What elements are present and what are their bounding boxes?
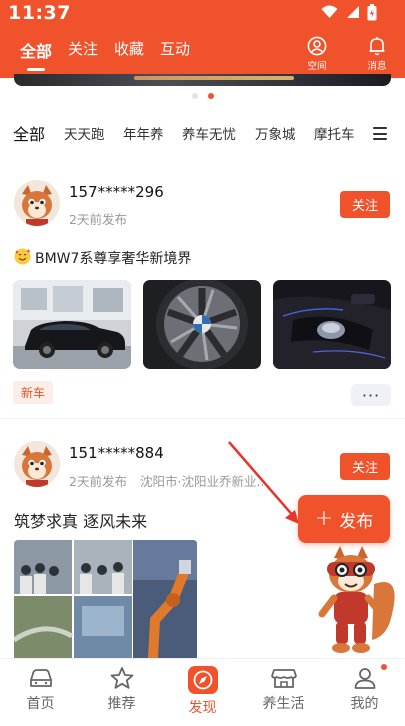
nav-recommend[interactable]: 推荐 [81,659,162,726]
person-circle-icon [307,36,327,56]
message-button[interactable]: 消息 [360,36,394,72]
post-title[interactable]: 筑梦求真 逐风未来 [14,508,147,532]
nav-home[interactable]: 首页 [0,659,81,726]
follow-button[interactable]: 关注 [340,191,390,218]
bottom-navigation: 首页 推荐 发现 养生活 我的 [0,658,405,726]
space-label: 空间 [307,61,327,72]
nav-discover-label: 发现 [188,700,217,716]
wifi-icon [321,5,338,18]
collage-grid-photo[interactable] [14,540,132,658]
person-icon [354,668,375,689]
nav-recommend-label: 推荐 [107,696,136,712]
post-title[interactable]: BMW7系尊享奢华新境界 [35,248,191,268]
nav-mine-label: 我的 [350,696,379,712]
post-time: 2天前发布 [69,474,127,489]
tab-following[interactable]: 关注 [68,38,98,62]
category-tabs: 全部 天天跑 年年养 养车无忧 万象城 摩托车 [0,119,405,147]
space-button[interactable]: 空间 [300,36,334,72]
nav-mine[interactable]: 我的 [324,659,405,726]
category-niannianyang[interactable]: 年年养 [123,123,164,143]
publish-button[interactable]: + 发布 [298,495,390,543]
category-tiantianpao[interactable]: 天天跑 [64,123,105,143]
store-icon [270,669,297,688]
category-wanxiangcheng[interactable]: 万象城 [255,123,296,143]
username[interactable]: 157*****296 [69,183,164,201]
car-wheel-photo[interactable] [143,280,261,369]
status-time: 11:37 [8,2,71,24]
squirrel-mascot-icon[interactable] [312,544,398,656]
battery-icon [367,3,377,20]
nav-home-label: 首页 [26,696,55,712]
publish-label: 发布 [339,511,374,532]
carousel-indicator [0,93,405,99]
plus-icon: + [314,506,334,531]
notification-dot [381,664,387,670]
nav-discover[interactable]: 发现 [162,659,243,726]
car-showroom-photo[interactable] [13,280,131,369]
carousel-dot-active [207,93,214,99]
signal-icon [347,6,359,18]
car-icon [29,669,52,687]
tab-interactions[interactable]: 互动 [160,38,190,62]
message-label: 消息 [367,61,387,72]
car-interior-console-photo[interactable] [273,280,391,369]
banner-carousel[interactable] [14,74,391,86]
avatar[interactable] [14,180,60,226]
more-options-button[interactable]: ··· [351,384,391,406]
tab-all[interactable]: 全部 [20,38,52,71]
category-yangche-wuyou[interactable]: 养车无忧 [182,123,236,143]
carousel-dot [191,93,198,99]
squirrel-avatar-icon [14,180,60,226]
category-motorcycle[interactable]: 摩托车 [314,123,355,143]
post-tag[interactable]: 新车 [13,381,54,404]
username[interactable]: 151*****884 [69,444,164,462]
smiling-face-with-hearts-icon [14,248,31,265]
squirrel-avatar-icon [14,441,60,487]
bell-icon [369,37,385,56]
follow-button[interactable]: 关注 [340,453,390,480]
nav-lifestyle-label: 养生活 [262,696,305,712]
nav-lifestyle[interactable]: 养生活 [243,659,324,726]
header-tabs: 全部 关注 收藏 互动 [20,38,190,71]
category-all[interactable]: 全部 [13,121,45,145]
pointer-arrow-icon [228,441,299,524]
avatar[interactable] [14,441,60,487]
post-time: 2天前发布 [69,212,127,227]
top-header: 11:37 全部 关注 收藏 互动 空间 消息 [0,0,405,78]
compass-icon [187,666,218,694]
tab-favorites[interactable]: 收藏 [114,38,144,62]
status-icons [321,3,377,20]
hamburger-menu-icon[interactable] [373,127,387,144]
robot-arm-photo[interactable] [133,540,197,658]
divider [0,418,405,419]
star-icon [110,667,133,689]
